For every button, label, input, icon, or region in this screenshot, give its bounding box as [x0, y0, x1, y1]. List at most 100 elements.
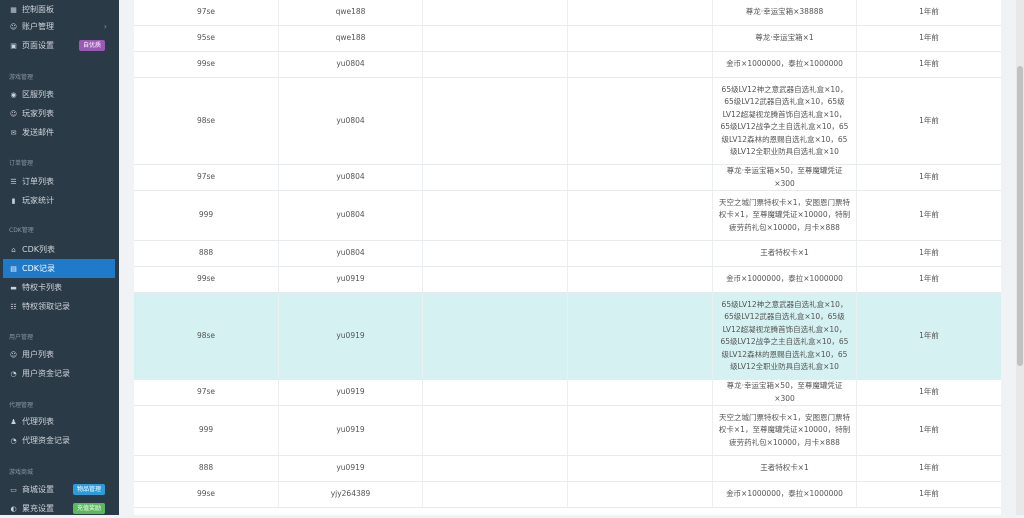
- recharge-icon: ◐: [10, 504, 17, 513]
- cell-time: 1年前: [919, 274, 939, 284]
- cell-empty: [568, 165, 713, 190]
- sidebar-item[interactable]: ✉ 发送邮件: [3, 123, 115, 142]
- players-icon: ☺: [9, 109, 18, 118]
- sidebar-section-title: 游戏商城: [9, 469, 34, 476]
- cell-empty: [423, 26, 568, 51]
- cell-reward: 金币×1000000，泰拉×1000000: [713, 482, 857, 507]
- cell-empty: [423, 267, 568, 292]
- cell-time: 1年前: [919, 59, 939, 69]
- sidebar-badge: 充值奖励: [72, 503, 105, 514]
- sidebar-item[interactable]: ▬ 特权卡列表: [3, 278, 115, 297]
- cell-user: yu0919: [279, 267, 423, 292]
- cell-user: yu0804: [279, 191, 423, 240]
- cell-reward: 天空之城门票特权卡×1，安图恩门票特权卡×1，至尊魔罐凭证×10000，特制疲劳…: [713, 191, 857, 240]
- order-list-icon: ☰: [10, 177, 17, 186]
- cell-server: 99se: [134, 267, 279, 292]
- cell-empty: [568, 406, 713, 455]
- cell-server: 99se: [134, 482, 279, 507]
- table-row[interactable]: 999 yu0804 天空之城门票特权卡×1，安图恩门票特权卡×1，至尊魔罐凭证×1…: [134, 191, 1001, 241]
- sidebar-item-label: 商城设置: [22, 485, 54, 494]
- table-row[interactable]: 99se yjy264389 金币×1000000，泰拉×1000000 1年前: [134, 482, 1001, 508]
- page-scrollbar[interactable]: [1016, 0, 1024, 515]
- cdk-record-table: 97se qwe188 尊龙·幸运宝箱×38888 1年前 95se qwe188 尊龙·幸…: [134, 0, 1001, 515]
- funds-icon: ◔: [10, 369, 17, 378]
- cell-empty: [423, 380, 568, 405]
- scrollbar-thumb[interactable]: [1017, 66, 1023, 366]
- cell-server: 97se: [134, 380, 279, 405]
- table-row[interactable]: 99se yu0919 金币×1000000，泰拉×1000000 1年前: [134, 267, 1001, 293]
- sidebar-item-label: 用户资金记录: [22, 369, 70, 378]
- table-row[interactable]: 97se yu0804 尊龙·幸运宝箱×50，至尊魔罐凭证×300 1年前: [134, 165, 1001, 191]
- cell-user: yu0804: [279, 241, 423, 266]
- user-list-icon: ☺: [9, 350, 18, 359]
- content-right-padding: [1001, 0, 1016, 515]
- sidebar-item-label: 订单列表: [22, 177, 54, 186]
- cell-empty: [423, 0, 568, 25]
- cell-reward: 金币×1000000，泰拉×1000000: [713, 267, 857, 292]
- cdk-record-icon: ▤: [10, 264, 17, 273]
- sidebar-item[interactable]: ☺ 账户管理 ›: [3, 17, 115, 36]
- cell-server: 999: [134, 191, 279, 240]
- sidebar-item[interactable]: ◔ 代理资金记录: [3, 431, 115, 450]
- sidebar-item[interactable]: ▮ 玩家统计: [3, 191, 115, 210]
- sidebar-item-label: 代理列表: [22, 417, 54, 426]
- table-row[interactable]: 97se qwe188 尊龙·幸运宝箱×38888 1年前: [134, 0, 1001, 26]
- cell-server: 98se: [134, 78, 279, 164]
- table-row[interactable]: 95se qwe188 尊龙·幸运宝箱×1 1年前: [134, 26, 1001, 52]
- cell-user: yu0919: [279, 406, 423, 455]
- sidebar-item[interactable]: ▭ 商城设置 物品管理: [3, 480, 115, 499]
- cell-empty: [423, 293, 568, 379]
- cell-empty: [423, 78, 568, 164]
- sidebar-item[interactable]: ⌂ CDK列表: [3, 240, 115, 259]
- table-row[interactable]: 98se yu0919 65级LV12神之意武器自选礼盒×10，65级LV12武器自…: [134, 293, 1001, 380]
- cell-time: 1年前: [919, 7, 939, 17]
- cell-time: 1年前: [919, 172, 939, 182]
- cell-reward: 金币×1000000，泰拉×1000000: [713, 52, 857, 77]
- sidebar-item[interactable]: ◔ 用户资金记录: [3, 364, 115, 383]
- record-icon: ☷: [10, 302, 17, 311]
- sidebar-badge: 自优质: [78, 40, 105, 51]
- cell-user: yu0804: [279, 78, 423, 164]
- table-row[interactable]: 999 yu0919 天空之城门票特权卡×1，安图恩门票特权卡×1，至尊魔罐凭证×1…: [134, 406, 1001, 456]
- sidebar-item[interactable]: ☷ 特权领取记录: [3, 297, 115, 316]
- sidebar-item-label: 特权卡列表: [22, 283, 62, 292]
- sidebar-section-title: 用户管理: [9, 334, 34, 341]
- sidebar-item[interactable]: ♟ 代理列表: [3, 412, 115, 431]
- bar-chart-icon: ▮: [11, 196, 16, 205]
- cell-empty: [423, 482, 568, 507]
- cell-empty: [568, 482, 713, 507]
- sidebar-item[interactable]: ☺ 用户列表: [3, 345, 115, 364]
- sidebar-item-label: CDK列表: [22, 245, 55, 254]
- sidebar-item[interactable]: ☺ 玩家列表: [3, 104, 115, 123]
- table-row[interactable]: 888 yu0919 王者特权卡×1 1年前: [134, 456, 1001, 482]
- cell-time: 1年前: [919, 425, 939, 435]
- cdk-list-icon: ⌂: [11, 245, 16, 254]
- cell-empty: [423, 165, 568, 190]
- agent-icon: ♟: [10, 417, 17, 426]
- cell-empty: [568, 241, 713, 266]
- cell-reward: 王者特权卡×1: [713, 456, 857, 481]
- sidebar-item[interactable]: ◉ 区服列表: [3, 85, 115, 104]
- sidebar-item-label: 页面设置: [22, 41, 54, 50]
- cell-server: 97se: [134, 0, 279, 25]
- cell-reward: 65级LV12神之意武器自选礼盒×10，65级LV12武器自选礼盒×10，65级…: [713, 293, 857, 379]
- cell-reward: 尊龙·幸运宝箱×50，至尊魔罐凭证×300: [713, 165, 857, 190]
- server-icon: ◉: [10, 90, 17, 99]
- cell-reward: 王者特权卡×1: [713, 241, 857, 266]
- cell-empty: [568, 78, 713, 164]
- sidebar-section-title: CDK管理: [9, 227, 34, 234]
- sidebar-item[interactable]: ◐ 累充设置 充值奖励: [3, 499, 115, 518]
- table-row[interactable]: 98se yu0804 65级LV12神之意武器自选礼盒×10，65级LV12武器自…: [134, 78, 1001, 165]
- cell-user: yu0804: [279, 52, 423, 77]
- table-row[interactable]: 99se yu0804 金币×1000000，泰拉×1000000 1年前: [134, 52, 1001, 78]
- cell-user: yu0919: [279, 456, 423, 481]
- table-row[interactable]: 888 yu0804 王者特权卡×1 1年前: [134, 241, 1001, 267]
- cell-server: 98se: [134, 293, 279, 379]
- cell-reward: 尊龙·幸运宝箱×38888: [713, 0, 857, 25]
- sidebar-item[interactable]: ☰ 订单列表: [3, 172, 115, 191]
- cell-time: 1年前: [919, 115, 939, 125]
- cell-server: 888: [134, 241, 279, 266]
- sidebar-item[interactable]: ▤ CDK记录: [3, 259, 115, 278]
- sidebar-item[interactable]: ▣ 页面设置 自优质: [3, 36, 115, 55]
- table-row[interactable]: 97se yu0919 尊龙·幸运宝箱×50，至尊魔罐凭证×300 1年前: [134, 380, 1001, 406]
